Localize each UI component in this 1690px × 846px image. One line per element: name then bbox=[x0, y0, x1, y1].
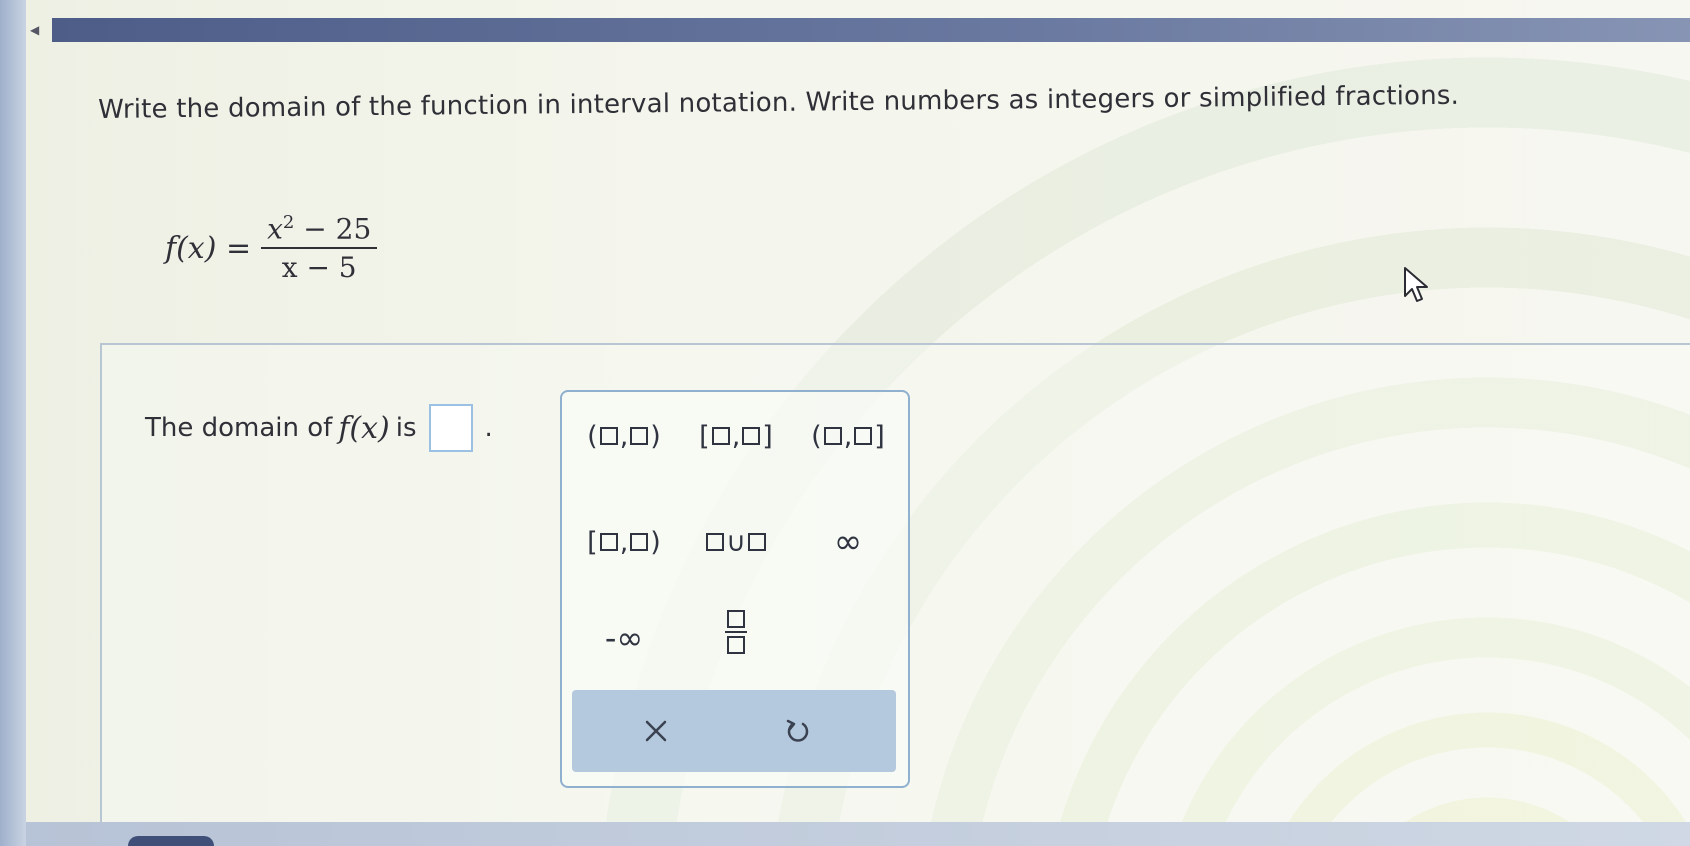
open-closed-interval-button[interactable]: (,] bbox=[798, 414, 898, 458]
placeholder-box bbox=[747, 533, 766, 551]
infinity-button[interactable]: ∞ bbox=[798, 520, 898, 564]
comma: , bbox=[731, 420, 741, 452]
domain-is: is bbox=[395, 413, 417, 443]
top-navigation-bar bbox=[52, 18, 1690, 42]
closed-closed-interval-button[interactable]: [,] bbox=[686, 414, 786, 458]
clear-button[interactable] bbox=[626, 708, 686, 754]
placeholder-box bbox=[727, 610, 745, 628]
domain-prefix: The domain of bbox=[145, 413, 333, 443]
open-open-interval-button[interactable]: (,) bbox=[574, 414, 674, 458]
placeholder-box bbox=[854, 427, 873, 445]
left-bracket: ( bbox=[587, 420, 598, 452]
undo-icon bbox=[786, 719, 809, 742]
function-lhs: f(x) = bbox=[165, 230, 252, 266]
union-button[interactable]: ∪ bbox=[686, 520, 786, 564]
placeholder-box bbox=[630, 427, 649, 445]
closed-open-interval-button[interactable]: [,) bbox=[574, 520, 674, 564]
left-bracket: [ bbox=[699, 420, 710, 452]
comma: , bbox=[619, 420, 629, 452]
placeholder-box bbox=[630, 533, 649, 551]
placeholder-box bbox=[706, 533, 725, 551]
answer-period: . bbox=[484, 413, 493, 443]
right-bracket: ) bbox=[650, 526, 661, 558]
placeholder-box bbox=[823, 427, 842, 445]
fraction-icon bbox=[725, 609, 747, 655]
placeholder-box bbox=[599, 533, 618, 551]
domain-answer-line: The domain of f(x) is . bbox=[145, 404, 493, 452]
numerator-rest: − 25 bbox=[303, 212, 372, 246]
placeholder-box bbox=[727, 636, 745, 654]
right-bracket: ] bbox=[874, 420, 885, 452]
answer-input-box[interactable] bbox=[428, 404, 473, 452]
math-palette: (,) [,] (,] [,) ∪ ∞ -∞ bbox=[560, 390, 910, 788]
placeholder-box bbox=[711, 427, 730, 445]
placeholder-box bbox=[599, 427, 618, 445]
fraction-bar bbox=[725, 631, 747, 633]
numerator: x2 − 25 bbox=[261, 212, 377, 245]
left-bracket: ( bbox=[811, 420, 822, 452]
fraction-bar bbox=[261, 247, 378, 250]
union-symbol: ∪ bbox=[726, 526, 746, 558]
function-formula: f(x) = x2 − 25 x − 5 bbox=[165, 212, 378, 285]
comma: , bbox=[843, 420, 853, 452]
numerator-base: x bbox=[267, 212, 283, 246]
right-bracket: ) bbox=[650, 420, 661, 452]
denominator: x − 5 bbox=[281, 251, 357, 285]
fraction-button[interactable] bbox=[686, 610, 786, 654]
placeholder-box bbox=[742, 427, 761, 445]
right-bracket: ] bbox=[762, 420, 773, 452]
left-bracket: [ bbox=[587, 526, 598, 558]
palette-action-bar bbox=[572, 690, 896, 772]
negative-infinity-button[interactable]: -∞ bbox=[574, 616, 674, 660]
close-icon bbox=[645, 720, 667, 742]
bottom-strip bbox=[26, 822, 1690, 846]
numerator-exponent: 2 bbox=[282, 212, 295, 233]
undo-button[interactable] bbox=[768, 708, 828, 754]
bottom-tab[interactable] bbox=[128, 836, 214, 846]
fraction: x2 − 25 x − 5 bbox=[261, 212, 378, 285]
mouse-pointer-icon bbox=[1404, 267, 1428, 302]
collapse-arrow-icon[interactable]: ◀ bbox=[30, 22, 50, 38]
comma: , bbox=[619, 526, 629, 558]
domain-function: f(x) bbox=[338, 410, 390, 446]
left-edge bbox=[0, 0, 26, 846]
